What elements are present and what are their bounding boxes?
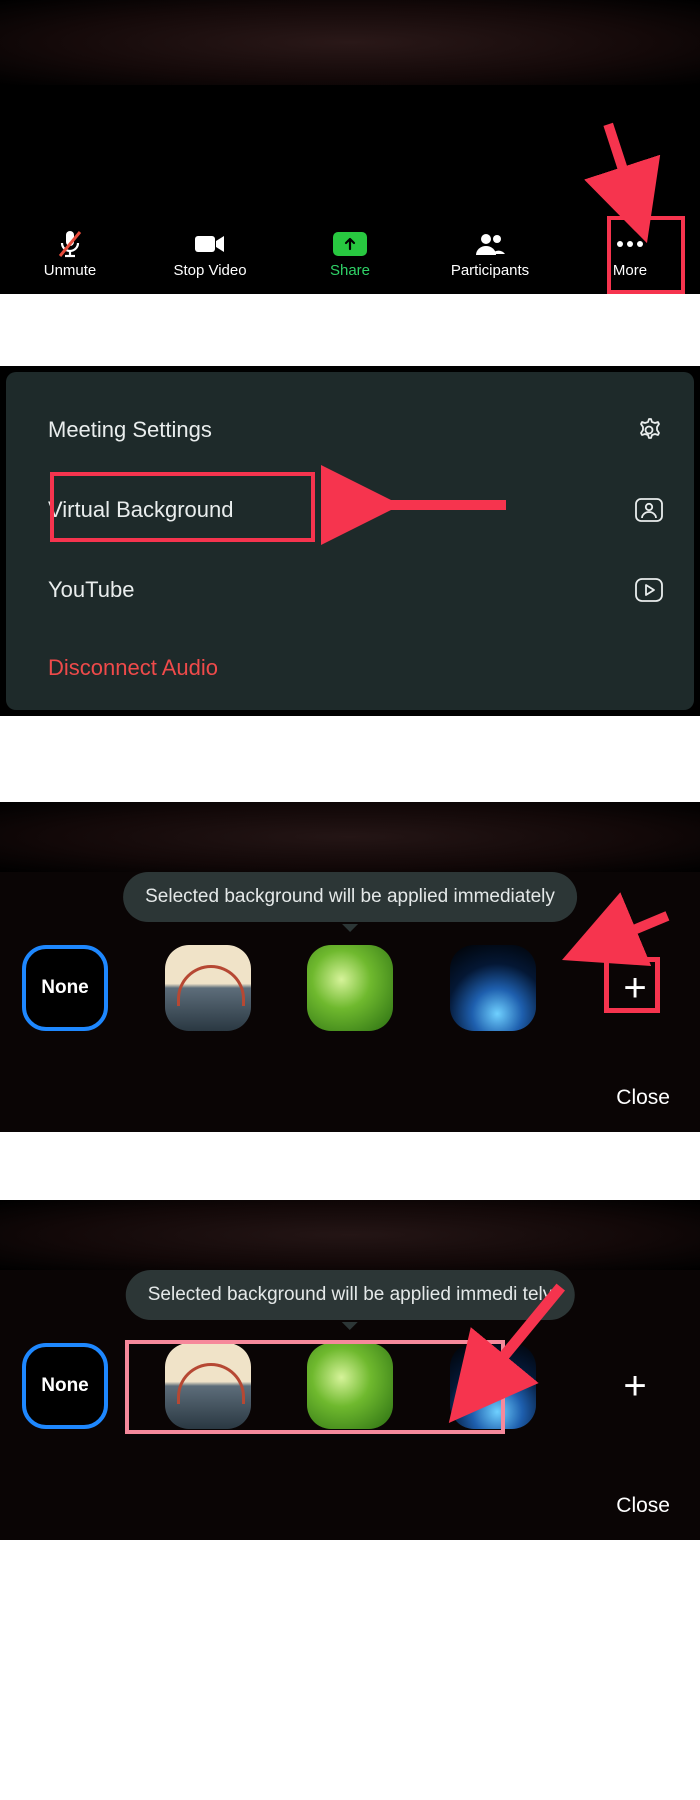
participants-icon — [473, 230, 507, 258]
gap — [0, 1132, 700, 1200]
vb-thumbnail-row: None + — [22, 1342, 678, 1430]
more-label: More — [613, 262, 647, 279]
unmute-label: Unmute — [44, 262, 97, 279]
vb-option-none[interactable]: None — [22, 945, 108, 1031]
menu-label: Disconnect Audio — [48, 655, 218, 681]
unmute-button[interactable]: Unmute — [0, 214, 140, 294]
share-label: Share — [330, 262, 370, 279]
meeting-toolbar: Unmute Stop Video Share — [0, 214, 700, 294]
close-button[interactable]: Close — [616, 1494, 670, 1518]
menu-label: Virtual Background — [48, 497, 234, 523]
vb-option-bridge[interactable] — [165, 945, 251, 1031]
vb-option-earth[interactable] — [450, 945, 536, 1031]
vb-option-bridge[interactable] — [165, 1343, 251, 1429]
vb-option-grass[interactable] — [307, 1343, 393, 1429]
more-dots-icon — [613, 230, 647, 258]
menu-virtual-background[interactable]: Virtual Background — [48, 470, 676, 550]
vb-option-grass[interactable] — [307, 945, 393, 1031]
menu-disconnect-audio[interactable]: Disconnect Audio — [48, 630, 676, 705]
menu-meeting-settings[interactable]: Meeting Settings — [48, 390, 676, 470]
stop-video-button[interactable]: Stop Video — [140, 214, 280, 294]
vb-tooltip: Selected background will be applied imme… — [123, 872, 577, 922]
mic-muted-icon — [53, 230, 87, 258]
vb-add-button[interactable]: + — [592, 1343, 678, 1429]
menu-youtube[interactable]: YouTube — [48, 550, 676, 630]
gear-icon — [632, 413, 666, 447]
vb-picker-screenshot-2: Selected background will be applied imme… — [0, 1200, 700, 1540]
vb-add-button[interactable]: + — [592, 945, 678, 1031]
participants-button[interactable]: Participants — [420, 214, 560, 294]
video-preview-dark — [0, 1200, 700, 1270]
vb-thumbnail-row: None + — [22, 944, 678, 1032]
person-frame-icon — [632, 493, 666, 527]
stop-video-label: Stop Video — [173, 262, 246, 279]
vb-picker-screenshot-1: Selected background will be applied imme… — [0, 802, 700, 1132]
gap — [0, 716, 700, 802]
menu-label: Meeting Settings — [48, 417, 212, 443]
share-button[interactable]: Share — [280, 214, 420, 294]
gap — [0, 294, 700, 366]
video-preview-dark — [0, 0, 700, 85]
close-button[interactable]: Close — [616, 1086, 670, 1110]
play-frame-icon — [632, 573, 666, 607]
share-icon — [333, 230, 367, 258]
meeting-toolbar-screenshot: Unmute Stop Video Share — [0, 0, 700, 294]
vb-tooltip: Selected background will be applied imme… — [126, 1270, 575, 1320]
menu-label: YouTube — [48, 577, 134, 603]
annotation-arrow-icon — [582, 118, 668, 229]
camera-icon — [193, 230, 227, 258]
more-button[interactable]: More — [560, 214, 700, 294]
participants-label: Participants — [451, 262, 529, 279]
video-preview-dark — [0, 802, 700, 872]
more-menu-panel: Meeting Settings Virtual Background YouT… — [6, 372, 694, 710]
more-menu-screenshot: Meeting Settings Virtual Background YouT… — [0, 366, 700, 716]
vb-option-earth[interactable] — [450, 1343, 536, 1429]
vb-option-none[interactable]: None — [22, 1343, 108, 1429]
